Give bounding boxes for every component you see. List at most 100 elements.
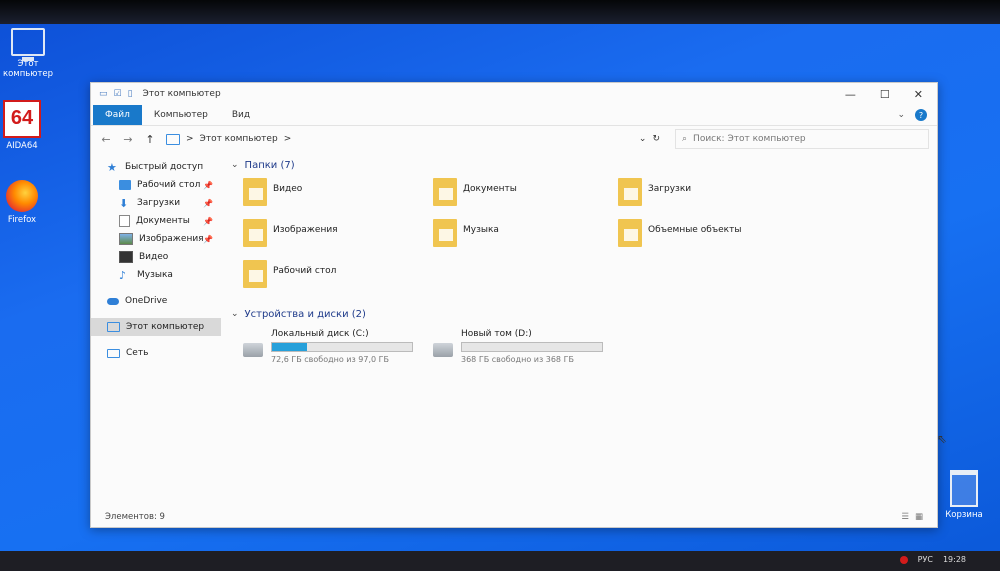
sidebar-item-label: Загрузки (137, 198, 181, 208)
system-tray: РУС 19:28 (899, 555, 966, 564)
desktop-folder-icon (243, 260, 267, 288)
sidebar-item-label: Этот компьютер (126, 322, 205, 332)
tab-computer[interactable]: Компьютер (142, 105, 220, 125)
sidebar-item-pictures[interactable]: Изображения 📌 (91, 230, 221, 248)
navigation-bar: ← → ↑ > Этот компьютер > ⌄ ↻ ⌕ Поиск: Эт… (91, 126, 937, 152)
drive-usage-bar (271, 342, 413, 352)
large-icons-view-icon[interactable]: ▦ (915, 512, 923, 522)
sidebar-item-videos[interactable]: Видео (91, 248, 221, 266)
maximize-button[interactable]: ☐ (880, 88, 890, 101)
pin-icon: 📌 (203, 234, 213, 244)
sidebar-item-music[interactable]: ♪ Музыка (91, 266, 221, 284)
properties-icon[interactable]: ☑ (114, 89, 122, 99)
pictures-folder-icon (243, 219, 267, 247)
desktop-icon-label: Firefox (7, 215, 37, 225)
mouse-cursor-icon: ⇖ (937, 432, 948, 446)
desktop-icon-label: Корзина (945, 510, 983, 520)
firefox-icon (6, 180, 38, 212)
taskbar: РУС 19:28 (0, 551, 1000, 571)
tab-view[interactable]: Вид (220, 105, 262, 125)
drive-usage-fill (272, 343, 307, 351)
desktop-icon (119, 180, 131, 190)
explorer-window: ▭ ☑ ▯ Этот компьютер — ☐ ✕ Файл Компьюте… (90, 82, 947, 528)
desktop-icon-firefox[interactable]: Firefox (0, 180, 52, 225)
details-view-icon[interactable]: ☰ (901, 512, 909, 522)
sidebar-item-this-pc[interactable]: Этот компьютер (91, 318, 221, 336)
clock[interactable]: 19:28 (943, 555, 966, 564)
pin-icon: 📌 (203, 180, 213, 190)
sidebar-item-documents[interactable]: Документы 📌 (91, 212, 221, 230)
sidebar-item-downloads[interactable]: ⬇ Загрузки 📌 (91, 194, 221, 212)
sidebar-item-onedrive[interactable]: OneDrive (91, 292, 221, 310)
content-pane: ⌄ Папки (7) Видео Документы Загрузки Изо… (221, 152, 947, 498)
folders-group-header[interactable]: ⌄ Папки (7) (231, 156, 927, 174)
status-bar: Элементов: 9 ☰ ▦ (91, 507, 937, 527)
folder-item-3d-objects[interactable]: Объемные объекты (618, 219, 803, 260)
downloads-folder-icon (618, 178, 642, 206)
address-bar[interactable]: > Этот компьютер > ⌄ ↻ (165, 129, 667, 149)
sidebar-item-label: Видео (139, 252, 169, 262)
help-icon[interactable]: ? (915, 109, 927, 121)
expand-ribbon-icon[interactable]: ⌄ (897, 110, 905, 120)
language-indicator[interactable]: РУС (918, 555, 933, 564)
sidebar-item-label: Документы (136, 216, 190, 226)
folder-item-videos[interactable]: Видео (243, 178, 433, 219)
up-button[interactable]: ↑ (143, 133, 157, 146)
folders-grid: Видео Документы Загрузки Изображения Муз… (231, 178, 927, 301)
sidebar-item-network[interactable]: Сеть (91, 344, 221, 362)
drive-name: Локальный диск (C:) (271, 329, 369, 339)
navigation-pane: ★ Быстрый доступ Рабочий стол 📌 ⬇ Загруз… (91, 152, 221, 498)
computer-icon: ▭ (99, 89, 108, 99)
video-folder-icon (243, 178, 267, 206)
desktop-icon-label: Этот компьютер (2, 59, 54, 79)
drive-usage-bar (461, 342, 603, 352)
close-button[interactable]: ✕ (914, 88, 923, 101)
folder-item-pictures[interactable]: Изображения (243, 219, 433, 260)
3d-objects-folder-icon (618, 219, 642, 247)
refresh-icon[interactable]: ↻ (652, 134, 660, 144)
address-dropdown-icon[interactable]: ⌄ (639, 134, 647, 144)
hard-drive-icon (433, 343, 453, 357)
sidebar-item-label: Быстрый доступ (125, 162, 204, 172)
aida64-icon: 64 (3, 100, 41, 138)
chevron-down-icon: ⌄ (231, 309, 239, 319)
video-icon (119, 251, 133, 263)
breadcrumb-this-pc[interactable]: Этот компьютер (200, 134, 278, 144)
group-title: Устройства и диски (2) (244, 308, 366, 320)
folder-item-desktop[interactable]: Рабочий стол (243, 260, 433, 301)
desktop-icon-this-pc[interactable]: Этот компьютер (0, 28, 58, 79)
folder-item-downloads[interactable]: Загрузки (618, 178, 803, 219)
search-input[interactable]: ⌕ Поиск: Этот компьютер (675, 129, 929, 149)
tab-file[interactable]: Файл (93, 105, 142, 125)
hard-drive-icon (243, 343, 263, 357)
drive-name: Новый том (D:) (461, 329, 532, 339)
recycle-bin-icon (950, 470, 978, 507)
computer-icon (11, 28, 45, 61)
sidebar-item-label: Сеть (126, 348, 149, 358)
folder-item-documents[interactable]: Документы (433, 178, 618, 219)
notification-badge-icon[interactable] (899, 555, 908, 564)
desktop-icon-aida64[interactable]: 64 AIDA64 (0, 100, 52, 151)
screen-bezel (0, 0, 1000, 24)
sidebar-item-label: Музыка (137, 270, 173, 280)
drives-group-header[interactable]: ⌄ Устройства и диски (2) (231, 305, 927, 323)
desktop-icon-recycle-bin[interactable]: Корзина (934, 470, 994, 520)
forward-button[interactable]: → (121, 133, 135, 146)
breadcrumb-separator: > (186, 134, 194, 144)
folder-item-music[interactable]: Музыка (433, 219, 618, 260)
cloud-icon (107, 297, 119, 305)
music-icon: ♪ (119, 268, 127, 282)
drive-item-d[interactable]: Новый том (D:) 368 ГБ свободно из 368 ГБ (433, 329, 603, 364)
drive-free-space: 72,6 ГБ свободно из 97,0 ГБ (271, 355, 390, 364)
minimize-button[interactable]: — (845, 88, 856, 101)
search-placeholder: Поиск: Этот компьютер (693, 134, 806, 144)
back-button[interactable]: ← (99, 133, 113, 146)
sidebar-item-quick-access[interactable]: ★ Быстрый доступ (91, 158, 221, 176)
sidebar-item-desktop[interactable]: Рабочий стол 📌 (91, 176, 221, 194)
drive-item-c[interactable]: Локальный диск (C:) 72,6 ГБ свободно из … (243, 329, 413, 364)
document-icon (119, 215, 130, 227)
drives-list: Локальный диск (C:) 72,6 ГБ свободно из … (231, 329, 927, 364)
new-folder-icon[interactable]: ▯ (128, 89, 133, 99)
drive-free-space: 368 ГБ свободно из 368 ГБ (461, 355, 574, 364)
star-icon: ★ (107, 160, 117, 174)
